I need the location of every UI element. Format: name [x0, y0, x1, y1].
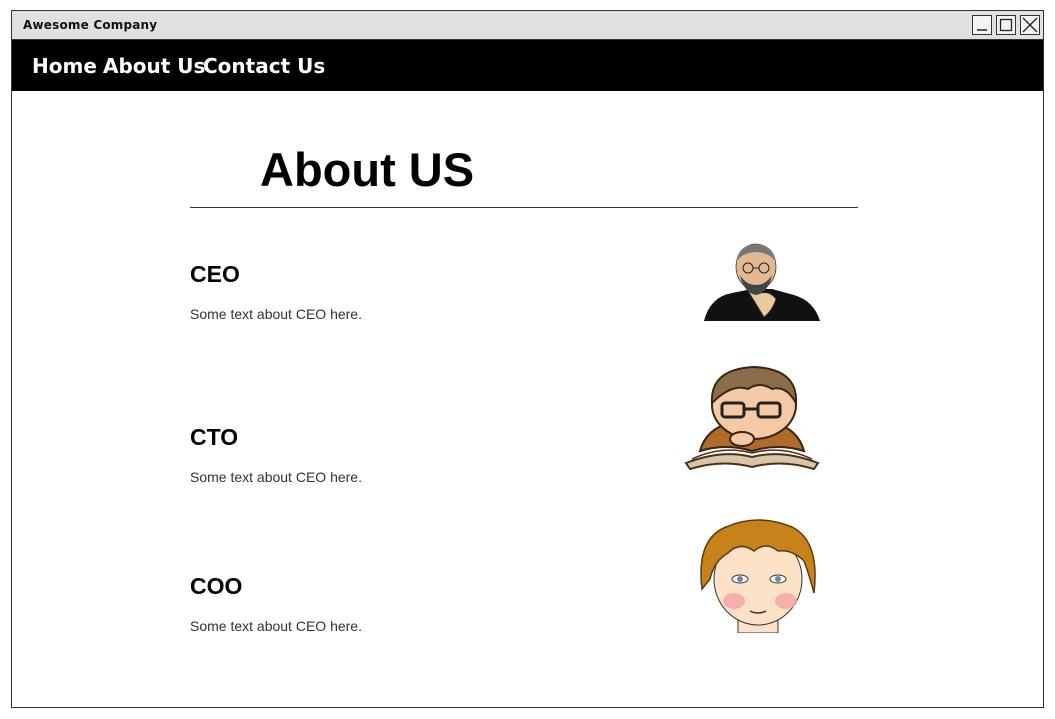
cto-description: Some text about CEO here.: [190, 469, 362, 485]
coo-portrait: [700, 519, 816, 633]
page-title: About US: [260, 143, 475, 196]
close-button[interactable]: [1020, 15, 1040, 35]
nav-home[interactable]: Home: [32, 54, 97, 78]
nav-about-us[interactable]: About Us: [103, 54, 205, 78]
ceo-title: CEO: [190, 261, 240, 287]
cto-title: CTO: [190, 424, 239, 450]
heading-divider: [190, 207, 858, 208]
minimize-button[interactable]: [972, 15, 992, 35]
cto-portrait: [684, 365, 820, 471]
title-bar: Awesome Company: [12, 11, 1043, 40]
maximize-icon: [999, 18, 1013, 32]
app-title: Awesome Company: [23, 18, 158, 32]
ceo-portrait: [704, 243, 820, 321]
maximize-button[interactable]: [996, 15, 1016, 35]
coo-title: COO: [190, 573, 243, 599]
ceo-description: Some text about CEO here.: [190, 306, 362, 322]
browser-window: Awesome Company Home About Us Contact Us…: [11, 10, 1044, 708]
nav-contact-us[interactable]: Contact Us: [203, 54, 325, 78]
close-icon: [1022, 17, 1038, 33]
coo-description: Some text about CEO here.: [190, 618, 362, 634]
nav-bar: Home About Us Contact Us: [12, 40, 1043, 91]
minimize-icon: [977, 29, 987, 31]
